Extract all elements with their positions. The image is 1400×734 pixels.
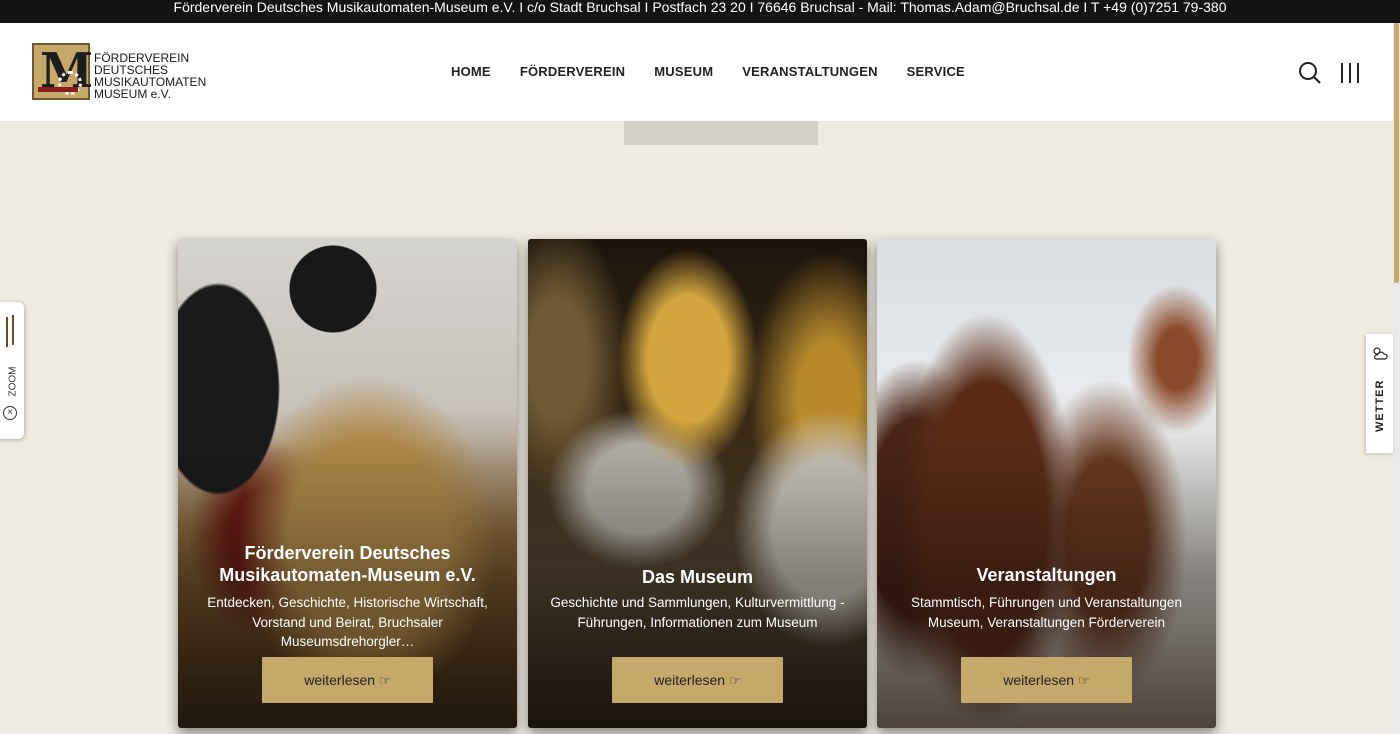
zoom-label: ZOOM <box>7 366 19 397</box>
card-description: Entdecken, Geschichte, Historische Wirts… <box>207 595 488 649</box>
read-more-button[interactable]: weiterlesen ☞ <box>961 657 1132 703</box>
weather-tab[interactable]: WETTER <box>1366 334 1393 453</box>
read-more-button[interactable]: weiterlesen ☞ <box>612 657 783 703</box>
main-navigation: HOME FÖRDERVEREIN MUSEUM VERANSTALTUNGEN… <box>451 64 994 79</box>
search-icon[interactable] <box>1298 61 1322 85</box>
weather-icon <box>1372 346 1388 362</box>
close-icon[interactable]: × <box>3 406 17 420</box>
top-info-text: Förderverein Deutsches Musikautomaten-Mu… <box>173 0 1227 15</box>
read-more-button[interactable]: weiterlesen ☞ <box>262 657 433 703</box>
site-logo[interactable]: M FÖRDERVEREIN DEUTSCHES MUSIKAUTOMATEN … <box>32 43 206 100</box>
button-label: weiterlesen <box>654 672 726 688</box>
weather-label: WETTER <box>1374 379 1386 432</box>
zoom-tab[interactable]: ZOOM × <box>0 302 24 439</box>
card-title: Förderverein Deutsches Musikautomaten-Mu… <box>219 543 476 585</box>
top-info-bar: Förderverein Deutsches Musikautomaten-Mu… <box>0 0 1400 26</box>
hand-pointing-icon: ☞ <box>379 673 391 688</box>
card-title: Das Museum <box>641 567 754 587</box>
nav-item-veranstaltungen[interactable]: VERANSTALTUNGEN <box>742 64 877 79</box>
button-label: weiterlesen <box>304 672 376 688</box>
nav-item-service[interactable]: SERVICE <box>907 64 965 79</box>
nav-item-foerderverein[interactable]: FÖRDERVEREIN <box>520 64 625 79</box>
menu-icon[interactable] <box>1341 63 1359 83</box>
nav-item-museum[interactable]: MUSEUM <box>654 64 713 79</box>
card-title: Veranstaltungen <box>976 565 1117 585</box>
card-description: Stammtisch, Führungen und Veranstaltunge… <box>911 595 1182 630</box>
logo-text: FÖRDERVEREIN DEUTSCHES MUSIKAUTOMATEN MU… <box>94 52 206 100</box>
card-veranstaltungen[interactable]: Veranstaltungen Stammtisch, Führungen un… <box>877 239 1216 728</box>
page-scrollbar[interactable] <box>1393 23 1400 734</box>
hand-pointing-icon: ☞ <box>1078 673 1090 688</box>
card-description: Geschichte und Sammlungen, Kulturvermitt… <box>550 595 845 630</box>
zoom-lines-icon <box>6 314 14 348</box>
logo-line: MUSEUM e.V. <box>94 87 171 101</box>
button-label: weiterlesen <box>1003 672 1075 688</box>
nav-item-home[interactable]: HOME <box>451 64 491 79</box>
logo-mark: M <box>32 43 93 100</box>
hand-pointing-icon: ☞ <box>729 673 741 688</box>
card-foerderverein[interactable]: Förderverein Deutsches Musikautomaten-Mu… <box>178 239 517 728</box>
scrollbar-thumb[interactable] <box>1394 23 1399 283</box>
site-header: M FÖRDERVEREIN DEUTSCHES MUSIKAUTOMATEN … <box>0 23 1393 121</box>
card-museum[interactable]: Das Museum Geschichte und Sammlungen, Ku… <box>528 239 867 728</box>
placeholder-banner <box>624 121 818 145</box>
